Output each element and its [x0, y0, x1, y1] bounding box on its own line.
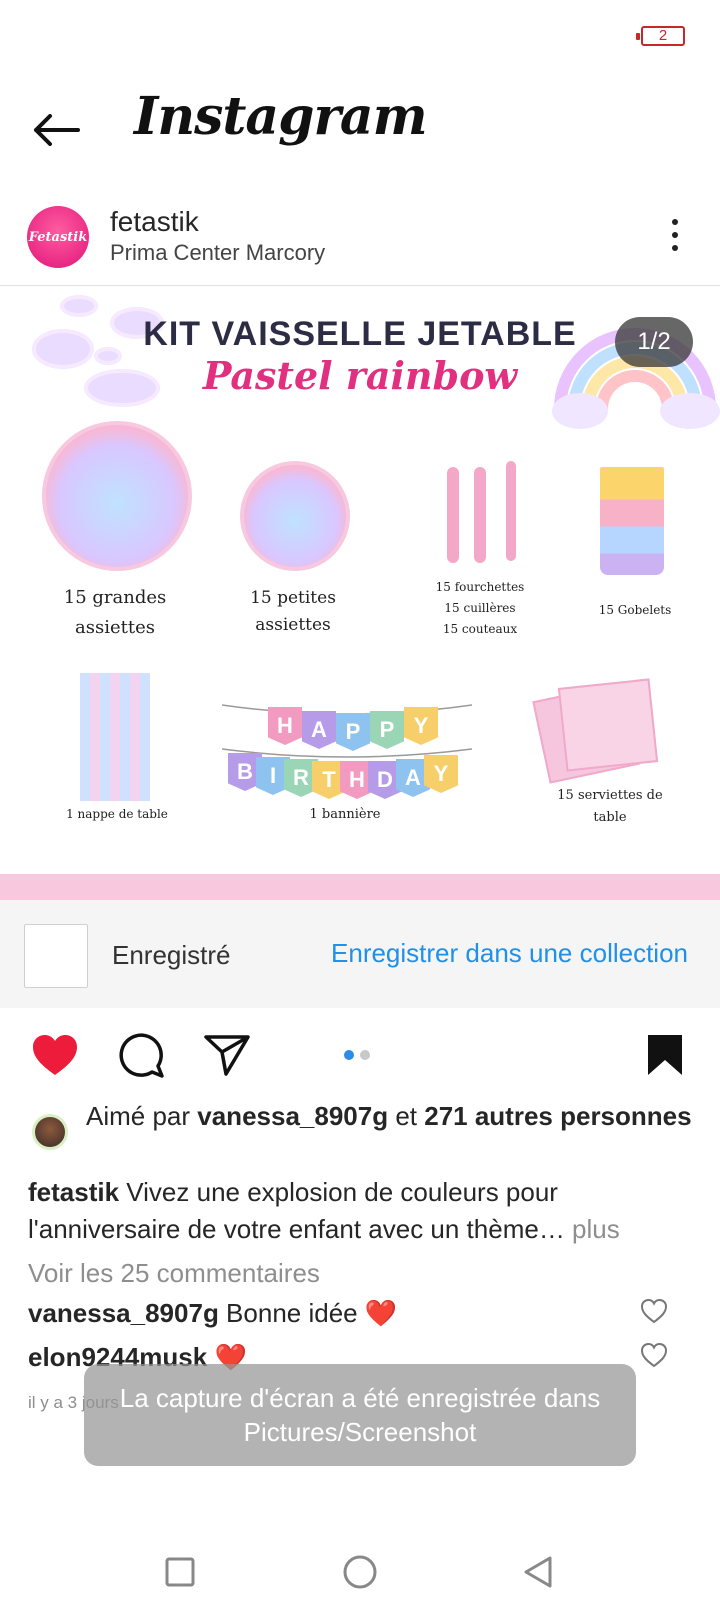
battery-level: 2 — [658, 27, 668, 44]
heart-filled-icon — [33, 1035, 77, 1075]
save-to-collection-link[interactable]: Enregistrer dans une collection — [331, 938, 688, 969]
arrow-left-icon — [34, 114, 80, 146]
heart-outline-icon[interactable] — [640, 1342, 668, 1368]
banner-flag: H — [268, 707, 302, 745]
caption-username[interactable]: fetastik — [28, 1177, 119, 1207]
saved-bar: Enregistré Enregistrer dans une collecti… — [0, 900, 720, 1008]
circle-icon — [343, 1555, 377, 1589]
heart-outline-icon[interactable] — [640, 1298, 668, 1324]
status-bar: 2 — [0, 0, 720, 72]
comment-text: Bonne idée ❤️ — [218, 1298, 398, 1328]
banner-flag: Y — [424, 755, 458, 793]
carousel-dot-active — [344, 1050, 354, 1060]
dot-icon — [672, 219, 678, 225]
dot-icon — [672, 245, 678, 251]
caption-more-link[interactable]: plus — [565, 1214, 620, 1244]
post-location[interactable]: Prima Center Marcory — [110, 240, 325, 266]
saved-thumbnail — [24, 924, 88, 988]
liker-avatar — [32, 1114, 68, 1150]
system-nav-bar — [0, 1530, 720, 1610]
label-napkins: 15 serviettes de table — [557, 788, 663, 825]
banner-flag: A — [302, 711, 336, 749]
carousel-counter: 1/2 — [615, 317, 693, 367]
likes-summary[interactable]: Aimé par vanessa_8907g et 271 autres per… — [32, 1100, 692, 1150]
cloud-decoration — [60, 295, 98, 317]
label-banner: 1 bannière — [309, 807, 381, 822]
back-button[interactable] — [28, 102, 84, 158]
save-button[interactable] — [638, 1030, 692, 1080]
app-logo: Instagram — [134, 86, 428, 147]
banner-flag: P — [336, 713, 370, 751]
screenshot-toast: La capture d'écran a été enregistrée dan… — [84, 1364, 636, 1466]
tablecloth-image — [80, 673, 150, 801]
spoon-image — [474, 467, 486, 563]
post-caption: fetastik Vivez une explosion de couleurs… — [28, 1174, 678, 1248]
home-button[interactable] — [336, 1548, 384, 1596]
app-header: Instagram — [0, 72, 720, 188]
send-icon — [204, 1035, 250, 1076]
saved-label: Enregistré — [112, 940, 231, 970]
battery-icon: 2 — [636, 26, 685, 46]
large-plate-image — [42, 421, 192, 571]
label-small-plates: 15 petites assiettes — [250, 588, 336, 635]
likes-text: Aimé par vanessa_8907g et 271 autres per… — [86, 1101, 692, 1131]
label-tablecloth: 1 nappe de table — [66, 807, 168, 821]
carousel-indicator — [344, 1050, 370, 1060]
cup-image — [600, 467, 664, 575]
liker-username[interactable]: vanessa_8907g — [197, 1101, 388, 1131]
square-icon — [165, 1557, 195, 1587]
likes-others[interactable]: 271 autres personnes — [424, 1101, 691, 1131]
napkin-image — [557, 678, 659, 772]
like-button[interactable] — [28, 1030, 82, 1080]
label-large-plates: 15 grandes assiettes — [63, 587, 167, 638]
post-header: Fetastik fetastik Prima Center Marcory — [0, 190, 720, 286]
comment-username[interactable]: vanessa_8907g — [28, 1298, 219, 1328]
fork-image — [447, 467, 459, 563]
post-actions — [0, 1022, 720, 1088]
post-image[interactable]: KIT VAISSELLE JETABLE Pastel rainbow 1/2… — [0, 287, 720, 900]
comment-button[interactable] — [114, 1030, 168, 1080]
triangle-back-icon — [524, 1556, 552, 1588]
label-cutlery: 15 fourchettes 15 cuillères 15 couteaux — [435, 580, 525, 636]
avatar-logo-text: Fetastik — [28, 229, 88, 245]
recents-button[interactable] — [156, 1548, 204, 1596]
toast-line2: Pictures/Screenshot — [243, 1417, 477, 1447]
carousel-dot — [360, 1050, 370, 1060]
more-options-button[interactable] — [660, 210, 690, 260]
banner-flag: P — [370, 711, 404, 749]
label-cups: 15 Gobelets — [598, 603, 672, 617]
bookmark-filled-icon — [648, 1035, 682, 1075]
knife-image — [506, 461, 516, 561]
dot-icon — [672, 232, 678, 238]
view-all-comments-link[interactable]: Voir les 25 commentaires — [28, 1258, 320, 1289]
back-nav-button[interactable] — [514, 1548, 562, 1596]
share-button[interactable] — [200, 1030, 254, 1080]
small-plate-image — [240, 461, 350, 571]
comment-row: vanessa_8907g Bonne idée ❤️ — [28, 1298, 688, 1329]
image-bottom-strip — [0, 874, 720, 900]
banner-flag: Y — [404, 707, 438, 745]
toast-line1: La capture d'écran a été enregistrée dan… — [119, 1383, 601, 1413]
post-username[interactable]: fetastik — [110, 206, 199, 238]
avatar[interactable]: Fetastik — [27, 206, 89, 268]
comment-icon — [119, 1033, 164, 1078]
